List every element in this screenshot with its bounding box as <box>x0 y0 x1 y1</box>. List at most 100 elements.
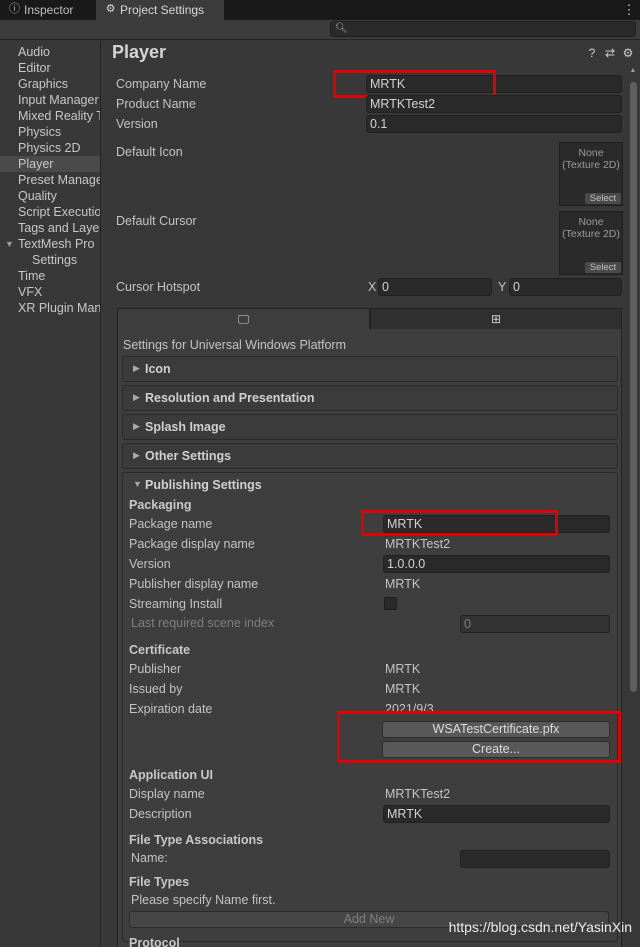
gear-icon: ⚙ <box>105 3 116 15</box>
texture-none-label: None <box>578 147 604 159</box>
default-cursor-texture-slot[interactable]: None (Texture 2D) Select <box>559 211 623 275</box>
package-name-label: Package name <box>129 517 213 531</box>
hotspot-y-field[interactable]: 0 <box>509 278 622 296</box>
sidebar-item-time[interactable]: Time <box>0 268 100 284</box>
sidebar-item-physics-2d[interactable]: Physics 2D <box>0 140 100 156</box>
tab-inspector-label: Inspector <box>24 3 74 17</box>
search-input[interactable]: 🔍︎ <box>330 21 636 37</box>
sidebar: Audio Editor Graphics Input Manager Mixe… <box>0 41 101 947</box>
scroll-up-icon[interactable]: ▲ <box>628 66 638 76</box>
application-ui-heading: Application UI <box>129 768 214 782</box>
description-field[interactable]: MRTK <box>383 805 610 823</box>
sidebar-item-xr-plugin[interactable]: XR Plugin Management <box>0 300 100 316</box>
hotspot-x-field[interactable]: 0 <box>378 278 492 296</box>
section-splash[interactable]: ▶ Splash Image <box>122 414 618 440</box>
issued-by-value: MRTK <box>385 682 421 696</box>
sidebar-item-player[interactable]: Player <box>0 156 100 172</box>
section-title: Icon <box>145 362 171 376</box>
description-label: Description <box>129 807 192 821</box>
sidebar-item-input-manager[interactable]: Input Manager <box>0 92 100 108</box>
texture-type-label: (Texture 2D) <box>562 159 620 171</box>
file-type-assoc-heading: File Type Associations <box>129 833 264 847</box>
search-icon: 🔍︎ <box>335 23 348 34</box>
highlight-box-certificate <box>337 711 621 763</box>
section-icon[interactable]: ▶ Icon <box>122 356 618 382</box>
settings-icon[interactable]: ⚙ <box>621 46 635 60</box>
help-icon[interactable]: ? <box>585 46 599 60</box>
version-field[interactable]: 0.1 <box>366 115 622 133</box>
info-icon: ⓘ <box>9 3 20 15</box>
publisher-display-name-value: MRTK <box>385 577 421 591</box>
tab-project-settings-label: Project Settings <box>120 3 205 17</box>
streaming-install-checkbox[interactable] <box>384 597 397 610</box>
cursor-hotspot-label: Cursor Hotspot <box>116 280 201 294</box>
section-title: Other Settings <box>145 449 232 463</box>
tab-project-settings[interactable]: ⚙ Project Settings <box>96 0 224 20</box>
collapse-arrow-icon: ▶ <box>133 363 140 373</box>
collapse-arrow-icon: ▶ <box>133 392 140 402</box>
sidebar-item-textmesh-settings[interactable]: Settings <box>0 252 100 268</box>
section-title[interactable]: Publishing Settings <box>145 478 262 492</box>
pub-version-label: Version <box>129 557 171 571</box>
package-display-name-value: MRTKTest2 <box>385 537 451 551</box>
company-name-label: Company Name <box>116 77 207 91</box>
assoc-name-label: Name: <box>131 851 168 865</box>
tab-menu-icon[interactable]: ⋮ <box>622 0 636 20</box>
sidebar-item-textmesh-pro[interactable]: ▼ TextMesh Pro <box>0 236 100 252</box>
sidebar-item-physics[interactable]: Physics <box>0 124 100 140</box>
version-label: Version <box>116 117 158 131</box>
certificate-heading: Certificate <box>129 643 191 657</box>
streaming-install-label: Streaming Install <box>129 597 223 611</box>
highlight-box-package <box>361 510 558 536</box>
issued-by-label: Issued by <box>129 682 183 696</box>
sidebar-item-label: TextMesh Pro <box>18 237 95 251</box>
section-resolution[interactable]: ▶ Resolution and Presentation <box>122 385 618 411</box>
collapse-arrow-icon: ▶ <box>133 450 140 460</box>
expand-arrow-icon[interactable]: ▼ <box>5 236 14 252</box>
highlight-box-company <box>333 70 496 98</box>
tab-standalone[interactable]: 🖵︎ <box>117 308 370 330</box>
texture-type-label: (Texture 2D) <box>562 228 620 240</box>
publisher-label: Publisher <box>129 662 182 676</box>
product-name-label: Product Name <box>116 97 196 111</box>
sidebar-item-quality[interactable]: Quality <box>0 188 100 204</box>
sidebar-item-script-execution[interactable]: Script Execution Order <box>0 204 100 220</box>
tab-uwp[interactable]: ⊞ <box>370 308 622 330</box>
sidebar-item-tags-layers[interactable]: Tags and Layers <box>0 220 100 236</box>
scrollbar[interactable]: ▲ <box>628 66 638 946</box>
windows-icon: ⊞ <box>490 312 502 326</box>
sidebar-item-editor[interactable]: Editor <box>0 60 100 76</box>
sidebar-item-preset-manager[interactable]: Preset Manager <box>0 172 100 188</box>
section-other[interactable]: ▶ Other Settings <box>122 443 618 469</box>
select-texture-button[interactable]: Select <box>585 262 621 273</box>
pub-version-field[interactable]: 1.0.0.0 <box>383 555 610 573</box>
last-scene-field: 0 <box>460 615 610 633</box>
collapse-arrow-icon: ▶ <box>133 421 140 431</box>
hotspot-y-label: Y <box>498 280 507 294</box>
last-scene-label: Last required scene index <box>131 616 275 630</box>
tab-bar: ⓘ Inspector ⚙ Project Settings ⋮ <box>0 0 640 20</box>
default-icon-texture-slot[interactable]: None (Texture 2D) Select <box>559 142 623 206</box>
file-types-heading: File Types <box>129 875 190 889</box>
display-name-label: Display name <box>129 787 205 801</box>
select-texture-button[interactable]: Select <box>585 193 621 204</box>
platform-heading: Settings for Universal Windows Platform <box>123 338 346 352</box>
scrollbar-thumb[interactable] <box>630 82 637 692</box>
product-name-field[interactable]: MRTKTest2 <box>366 95 622 113</box>
sidebar-item-audio[interactable]: Audio <box>0 44 100 60</box>
sidebar-item-mixed-reality[interactable]: Mixed Reality Toolkit <box>0 108 100 124</box>
section-title: Splash Image <box>145 420 226 434</box>
specify-name-message: Please specify Name first. <box>131 893 276 907</box>
expiration-label: Expiration date <box>129 702 213 716</box>
preset-icon[interactable]: ⇄ <box>603 46 617 60</box>
display-name-value: MRTKTest2 <box>385 787 451 801</box>
assoc-name-field[interactable] <box>460 850 610 868</box>
publisher-value: MRTK <box>385 662 421 676</box>
package-display-name-label: Package display name <box>129 537 255 551</box>
sidebar-item-graphics[interactable]: Graphics <box>0 76 100 92</box>
tab-inspector[interactable]: ⓘ Inspector <box>0 0 94 20</box>
packaging-heading: Packaging <box>129 498 192 512</box>
sidebar-item-vfx[interactable]: VFX <box>0 284 100 300</box>
platform-tabs: 🖵︎ ⊞ <box>117 308 622 330</box>
expand-arrow-icon[interactable]: ▼ <box>133 479 142 489</box>
